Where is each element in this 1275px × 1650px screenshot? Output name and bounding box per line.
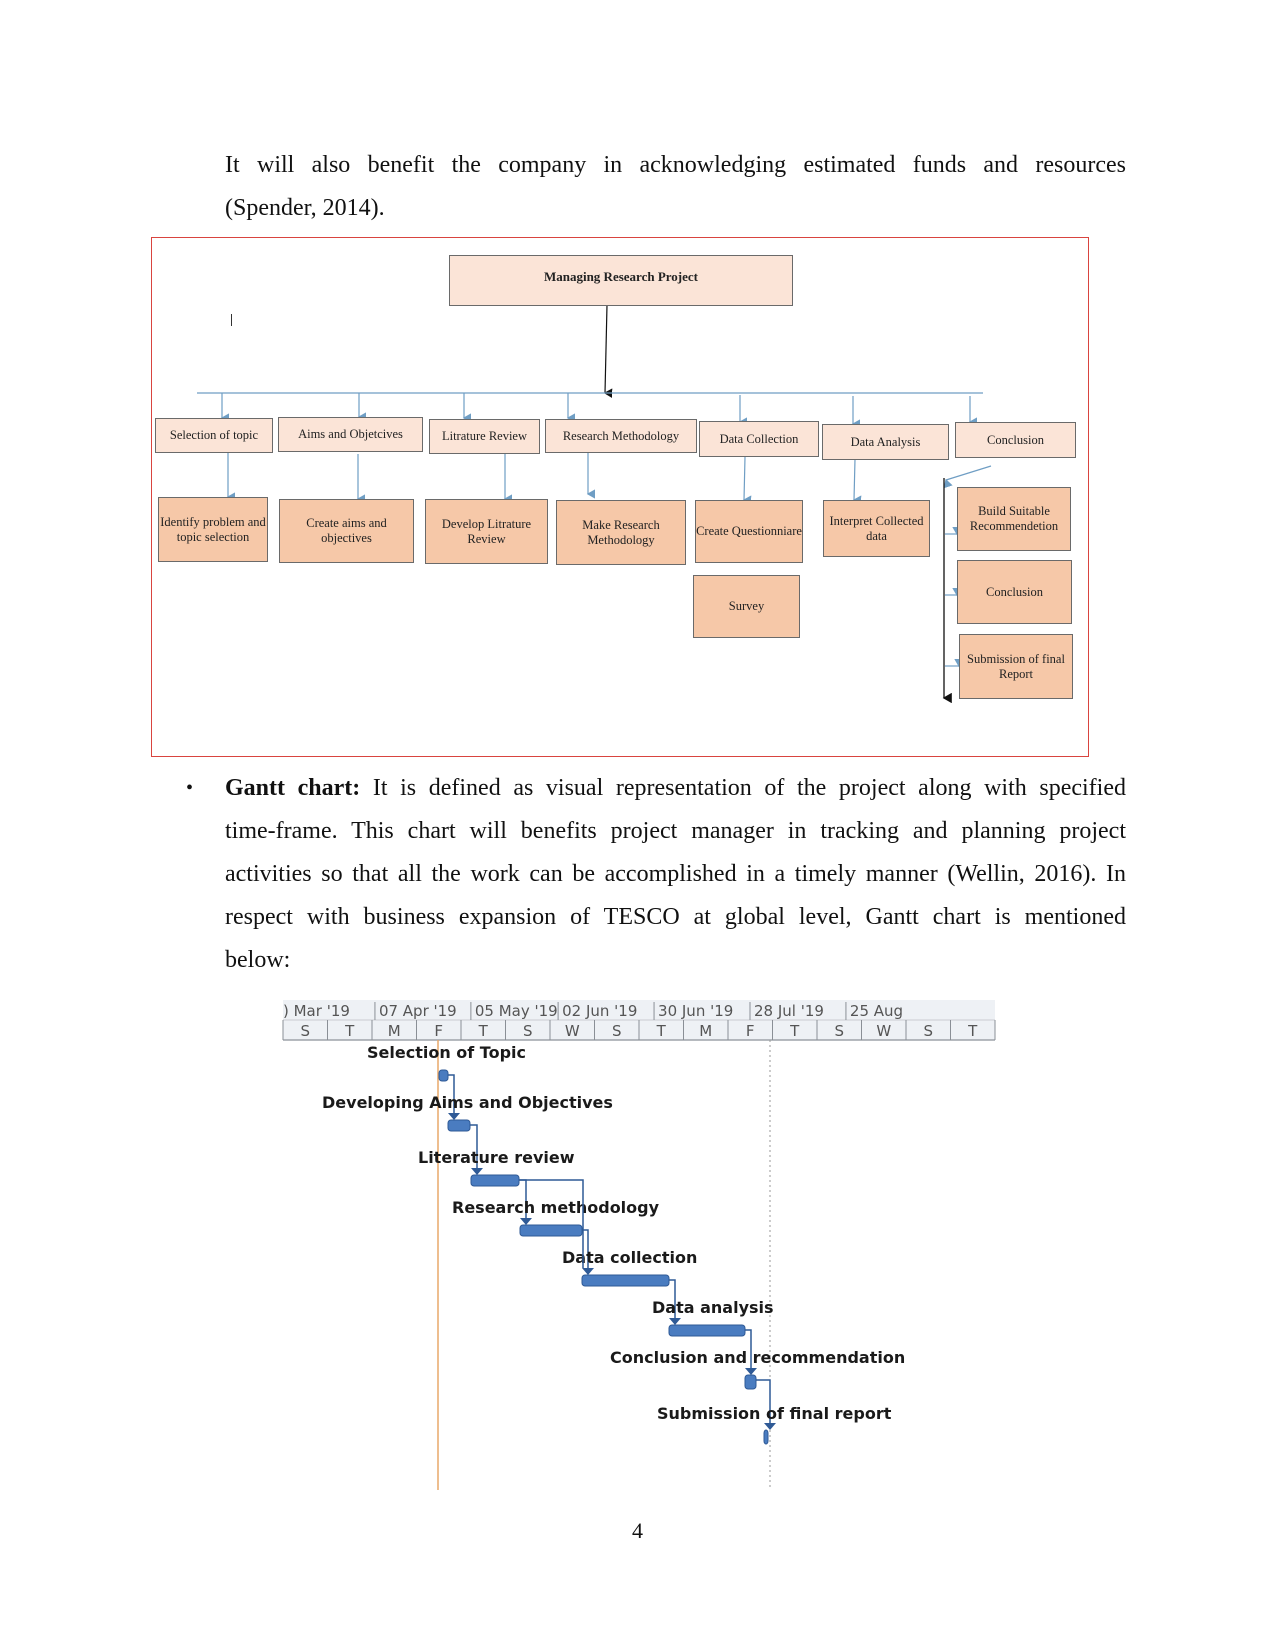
gantt-top-label: 02 Jun '19 — [562, 1002, 637, 1020]
gantt-dependency-link — [669, 1279, 676, 1321]
node-conclusion: Conclusion — [955, 422, 1076, 458]
gantt-dependency-arrowhead — [764, 1423, 776, 1430]
gantt-line-5: below: — [225, 947, 291, 973]
org-connectors — [197, 304, 992, 704]
gantt-top-label: 28 Jul '19 — [754, 1002, 824, 1020]
node-research-methodology: Research Methodology — [545, 419, 697, 453]
node-interpret-data: Interpret Collected data — [823, 500, 930, 557]
gantt-bottom-label: T — [967, 1022, 978, 1040]
gantt-task-label: Developing Aims and Objectives — [322, 1093, 613, 1112]
gantt-dependency-arrowhead — [471, 1168, 483, 1175]
gantt-task-label: Data collection — [562, 1248, 697, 1267]
gantt-task-bar — [581, 1274, 670, 1287]
gantt-task-label: Selection of Topic — [367, 1043, 526, 1062]
node-identify-problem: Identify problem and topic selection — [158, 497, 268, 562]
gantt-task-label: Submission of final report — [657, 1404, 892, 1423]
gantt-top-label: 30 Jun '19 — [658, 1002, 733, 1020]
gantt-dependency-link — [582, 1229, 589, 1271]
node-conclusion-sub: Conclusion — [957, 560, 1072, 624]
gantt-line-4: respect with business expansion of TESCO… — [225, 904, 1126, 930]
gantt-line-3: activities so that all the work can be a… — [225, 861, 1126, 887]
gantt-dependency-arrowhead — [745, 1368, 757, 1375]
gantt-top-label: ) Mar '19 — [283, 1002, 350, 1020]
node-build-recommendation: Build Suitable Recommendetion — [957, 487, 1071, 551]
node-survey: Survey — [693, 575, 800, 638]
gantt-heading: Gantt chart: — [225, 775, 361, 801]
gantt-dependency-link — [756, 1379, 771, 1426]
node-submission-final-report: Submission of final Report — [959, 634, 1073, 699]
node-literature-review: Litrature Review — [429, 419, 540, 454]
gantt-task-label: Research methodology — [452, 1198, 660, 1217]
gantt-bottom-label: F — [746, 1022, 755, 1040]
gantt-dependency-link — [448, 1074, 455, 1116]
gantt-top-label: 25 Aug — [850, 1002, 903, 1020]
gantt-top-label: 05 May '19 — [475, 1002, 558, 1020]
gantt-bottom-label: W — [876, 1022, 891, 1040]
gantt-task-bar — [763, 1429, 769, 1445]
root-connector — [603, 304, 613, 398]
gantt-line-1: Gantt chart: It is defined as visual rep… — [225, 767, 1126, 810]
gantt-bottom-label: M — [699, 1022, 712, 1040]
gantt-task-bar — [438, 1069, 449, 1082]
conclusion-diagonal — [943, 465, 992, 489]
gantt-bottom-label: S — [612, 1022, 622, 1040]
gantt-dependency-link — [519, 1179, 584, 1268]
gantt-bottom-label: S — [300, 1022, 310, 1040]
node-aims-objectives: Aims and Objetcives — [278, 417, 423, 452]
gantt-task-bar — [470, 1174, 520, 1187]
gantt-dependency-arrowhead — [669, 1318, 681, 1325]
page-number: 4 — [632, 1518, 643, 1543]
gantt-dependency-arrowhead — [448, 1113, 460, 1120]
gantt-task-label: Data analysis — [652, 1298, 774, 1317]
gantt-top-label: 07 Apr '19 — [379, 1002, 457, 1020]
gantt-dependency-link — [519, 1179, 527, 1221]
gantt-task-label: Literature review — [418, 1148, 575, 1167]
gantt-bottom-label: T — [344, 1022, 355, 1040]
node-selection-of-topic: Selection of topic — [155, 418, 273, 453]
gantt-bottom-label: F — [434, 1022, 443, 1040]
gantt-dependency-arrowhead — [582, 1268, 594, 1275]
node-data-collection: Data Collection — [699, 421, 819, 457]
gantt-header-bg — [283, 1000, 995, 1040]
gantt-bottom-label: T — [656, 1022, 667, 1040]
gantt-dependency-arrowhead — [520, 1218, 532, 1225]
node-data-analysis: Data Analysis — [822, 424, 949, 460]
gantt-bottom-label: S — [523, 1022, 533, 1040]
gantt-bottom-label: W — [565, 1022, 580, 1040]
gantt-task-bar — [447, 1119, 471, 1132]
gantt-dependency-link — [745, 1329, 752, 1371]
node-root: Managing Research Project — [449, 255, 793, 306]
gantt-bottom-label: S — [923, 1022, 933, 1040]
gantt-line-2: time-frame. This chart will benefits pro… — [225, 818, 1126, 844]
node-make-research: Make Research Methodology — [556, 500, 686, 565]
node-create-questionnaire: Create Questionniare — [695, 500, 803, 563]
node-develop-literature: Develop Litrature Review — [425, 499, 548, 564]
gantt-bottom-label: T — [789, 1022, 800, 1040]
gantt-bottom-label: S — [834, 1022, 844, 1040]
gantt-task-bar — [668, 1324, 746, 1337]
gantt-line-1-text: It is defined as visual representation o… — [360, 775, 1126, 801]
node-create-aims: Create aims and objectives — [279, 499, 414, 563]
org-chart: Managing Research Project Selection of t… — [0, 0, 1275, 800]
gantt-task-bar — [744, 1374, 757, 1390]
bullet-icon: • — [186, 777, 194, 799]
gantt-task-bar — [519, 1224, 583, 1237]
gantt-dependency-link — [470, 1124, 478, 1171]
gantt-bottom-label: T — [478, 1022, 489, 1040]
gantt-bottom-label: M — [388, 1022, 401, 1040]
gantt-task-label: Conclusion and recommendation — [610, 1348, 905, 1367]
